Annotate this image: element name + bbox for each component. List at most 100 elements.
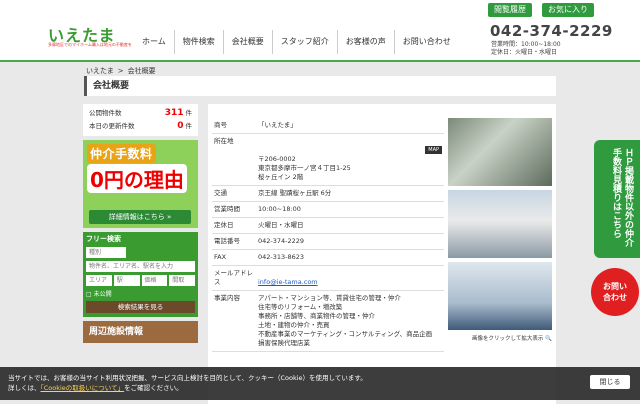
row-value: 042-313-8623 xyxy=(258,253,305,261)
today-count-label: 本日の更新件数 xyxy=(89,122,135,130)
nav-contact[interactable]: お問い合わせ xyxy=(393,30,459,54)
nav-company[interactable]: 会社概要 xyxy=(222,30,272,54)
row-key: 営業時間 xyxy=(214,205,240,213)
row-key: 所在地 xyxy=(214,137,234,145)
logo-tagline: 多摩地区でのマイホーム購入は地元の不動産を xyxy=(48,42,132,47)
left-sidebar: 公開物件数 311 件 本日の更新件数 0件 仲介手数料 0円の理由 詳細情報はこ… xyxy=(83,104,198,343)
office-photo-interior[interactable] xyxy=(448,262,552,330)
nav-voice[interactable]: お客様の声 xyxy=(336,30,394,54)
page-title-box: 会社概要 xyxy=(84,76,556,96)
cookie-policy-link[interactable]: 「Cookieの取扱いについて」 xyxy=(41,384,125,392)
magnifier-icon: 🔍 xyxy=(545,336,552,342)
row-value-wrap: MAP 〒206-0002 東京都多摩市一ノ宮４丁目1-25 桜ヶ丘イン 2階 xyxy=(256,134,444,185)
closed-days-text: 定休日：火曜日・水曜日 xyxy=(491,49,558,56)
public-count: 311 xyxy=(164,108,184,118)
history-button[interactable]: 閲覧履歴 xyxy=(488,3,532,17)
cookie-line2a: 詳しくは、 xyxy=(8,384,41,392)
banner-line1: 仲介手数料 xyxy=(87,144,156,163)
cookie-close-button[interactable]: 閉じる xyxy=(590,375,630,389)
contact-line2: 合わせ xyxy=(603,293,627,302)
commission-estimate-tab[interactable]: ＨＰ掲載物件以外の仲介手数料見積りはこちら xyxy=(594,140,640,258)
map-button[interactable]: MAP xyxy=(425,146,442,154)
nearby-facilities-banner[interactable]: 周辺施設情報 xyxy=(83,321,198,343)
row-key: 定休日 xyxy=(214,221,234,229)
office-photo-storefront[interactable] xyxy=(448,190,552,258)
office-photo-entrance[interactable] xyxy=(448,118,552,186)
search-filter-row: エリア 駅 価格 間取 xyxy=(86,275,195,286)
station-select[interactable]: 駅 xyxy=(113,275,140,286)
logo[interactable]: いえたま 多摩地区でのマイホーム購入は地元の不動産を xyxy=(48,22,132,52)
today-count-unit: 件 xyxy=(185,122,193,130)
row-key: メールアドレス xyxy=(214,269,253,286)
contact-button[interactable]: お問い 合わせ xyxy=(591,268,639,316)
company-content: 商号 「いえたま」 所在地 MAP 〒206-0002 東京都多摩市一ノ宮４丁目… xyxy=(208,104,556,404)
page-title: 会社概要 xyxy=(93,81,130,91)
row-value: 042-374-2229 xyxy=(258,237,305,245)
business-hours: 営業時間：10:00~18:00 定休日：火曜日・水曜日 xyxy=(491,41,561,57)
table-row: 商号 「いえたま」 xyxy=(212,118,444,134)
public-count-label: 公開物件数 xyxy=(89,109,122,117)
row-key: 商号 xyxy=(214,121,227,129)
price-select[interactable]: 価格 xyxy=(141,275,168,286)
layout-select[interactable]: 間取 xyxy=(169,275,195,286)
contact-line1: お問い xyxy=(603,282,627,291)
row-value: アパート・マンション等、賃貸住宅の管理・仲介 住宅等のリフォーム・増改築 事務所… xyxy=(258,294,433,347)
breadcrumb-home[interactable]: いえたま xyxy=(86,67,114,75)
nav-search[interactable]: 物件検索 xyxy=(173,30,223,54)
table-row: 交通 京王線 聖蹟桜ヶ丘駅 6分 xyxy=(212,186,444,202)
office-photos: 画像をクリックして拡大表示 🔍 xyxy=(448,118,552,342)
row-key: 事業内容 xyxy=(214,294,240,302)
commission-banner[interactable]: 仲介手数料 0円の理由 詳細情報はこちら » xyxy=(83,140,198,228)
nav-staff[interactable]: スタッフ紹介 xyxy=(271,30,337,54)
favorites-button[interactable]: お気に入り xyxy=(542,3,594,17)
search-results-button[interactable]: 検索結果を見る xyxy=(86,301,195,313)
row-key: 電話番号 xyxy=(214,237,240,245)
cookie-line2: 詳しくは、「Cookieの取扱いについて」をご確認ください。 xyxy=(8,383,367,393)
today-count-row: 本日の更新件数 0件 xyxy=(89,120,192,133)
breadcrumb: いえたま > 会社概要 xyxy=(86,66,156,76)
email-link[interactable]: info@ie-tama.com xyxy=(258,278,318,286)
photo-caption: 画像をクリックして拡大表示 🔍 xyxy=(448,334,552,342)
company-info-table: 商号 「いえたま」 所在地 MAP 〒206-0002 東京都多摩市一ノ宮４丁目… xyxy=(212,118,444,352)
table-row: 定休日 火曜日・水曜日 xyxy=(212,218,444,234)
breadcrumb-current: 会社概要 xyxy=(127,67,156,75)
free-search: フリー検索 種別 物件名、エリア名、駅名を入力 エリア 駅 価格 間取 □ 未公… xyxy=(83,232,198,317)
table-row: 電話番号 042-374-2229 xyxy=(212,234,444,250)
row-value: 10:00~18:00 xyxy=(258,205,301,213)
public-count-unit: 件 xyxy=(185,109,193,117)
table-row: 所在地 MAP 〒206-0002 東京都多摩市一ノ宮４丁目1-25 桜ヶ丘イン… xyxy=(212,134,444,186)
hours-text: 営業時間：10:00~18:00 xyxy=(491,41,561,48)
row-value: 火曜日・水曜日 xyxy=(258,221,304,229)
main-nav: ホーム 物件検索 会社概要 スタッフ紹介 お客様の声 お問い合わせ xyxy=(134,30,459,54)
phone-number[interactable]: 042-374-2229 xyxy=(490,22,613,40)
photo-caption-text: 画像をクリックして拡大表示 xyxy=(472,336,544,342)
top-bar: 閲覧履歴 お気に入り xyxy=(0,0,640,18)
banner-detail-button[interactable]: 詳細情報はこちら » xyxy=(89,210,191,224)
cookie-line1: 当サイトでは、お客様の当サイト利用状況把握、サービス向上検討を目的として、クッキ… xyxy=(8,374,367,382)
row-value-wrap: info@ie-tama.com xyxy=(256,266,444,290)
header: いえたま 多摩地区でのマイホーム購入は地元の不動産を ホーム 物件検索 会社概要… xyxy=(0,18,640,62)
cookie-line2b: をご確認ください。 xyxy=(124,384,183,392)
keyword-input[interactable]: 物件名、エリア名、駅名を入力 xyxy=(86,261,195,272)
property-stats: 公開物件数 311 件 本日の更新件数 0件 xyxy=(83,104,198,136)
unpublished-checkbox[interactable]: □ 未公開 xyxy=(86,289,195,298)
row-value: 〒206-0002 東京都多摩市一ノ宮４丁目1-25 桜ヶ丘イン 2階 xyxy=(258,155,351,181)
cookie-banner: 当サイトでは、お客様の当サイト利用状況把握、サービス向上検討を目的として、クッキ… xyxy=(0,367,640,400)
table-row: メールアドレス info@ie-tama.com xyxy=(212,266,444,291)
row-value: 京王線 聖蹟桜ヶ丘駅 6分 xyxy=(258,189,332,197)
nav-home[interactable]: ホーム xyxy=(134,30,174,54)
area-select[interactable]: エリア xyxy=(86,275,112,286)
breadcrumb-separator: > xyxy=(117,67,124,75)
row-key: FAX xyxy=(214,253,227,261)
row-value: 「いえたま」 xyxy=(258,121,297,129)
type-select[interactable]: 種別 xyxy=(86,247,126,258)
cookie-text: 当サイトでは、お客様の当サイト利用状況把握、サービス向上検討を目的として、クッキ… xyxy=(8,373,367,393)
table-row: 事業内容 アパート・マンション等、賃貸住宅の管理・仲介 住宅等のリフォーム・増改… xyxy=(212,291,444,352)
table-row: FAX 042-313-8623 xyxy=(212,250,444,266)
banner-line2: 0円の理由 xyxy=(87,164,187,193)
row-key: 交通 xyxy=(214,189,227,197)
public-count-row: 公開物件数 311 件 xyxy=(89,107,192,120)
table-row: 営業時間 10:00~18:00 xyxy=(212,202,444,218)
search-title: フリー検索 xyxy=(86,235,121,243)
today-count: 0 xyxy=(177,121,184,131)
